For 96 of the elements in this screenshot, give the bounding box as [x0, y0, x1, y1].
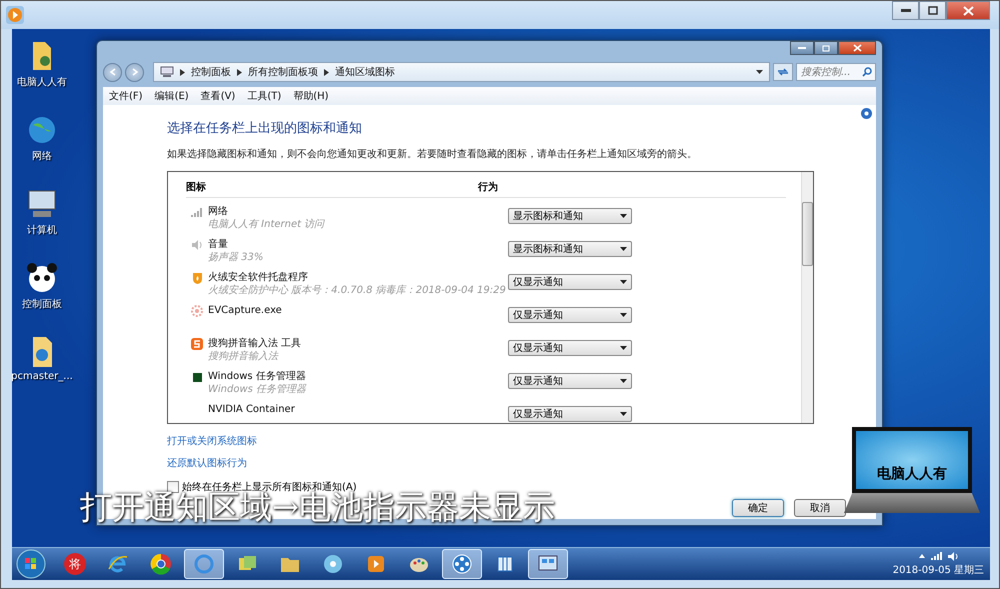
- ring-icon: [193, 553, 215, 575]
- film-reel-icon: [451, 553, 473, 575]
- close-icon: [852, 44, 862, 52]
- close-button[interactable]: [946, 1, 990, 20]
- start-button[interactable]: [16, 549, 46, 579]
- icon-name: EVCapture.exe: [208, 304, 283, 317]
- chevron-icon: [237, 68, 242, 76]
- chevron-icon: [324, 68, 329, 76]
- maximize-button[interactable]: [919, 1, 946, 20]
- icon-description: 火绒安全防护中心 版本号：4.0.70.8 病毒库：2018-09-04 19:29: [208, 284, 507, 297]
- s-logo-icon: [191, 338, 203, 350]
- logo-text: 电脑人人有: [877, 465, 947, 483]
- dropdown-caret-icon[interactable]: [756, 70, 763, 74]
- behavior-dropdown[interactable]: 仅显示通知: [508, 340, 632, 356]
- caret-icon: [620, 412, 627, 416]
- caret-icon: [620, 379, 627, 383]
- speaker-icon: [191, 240, 203, 250]
- search-icon: [862, 67, 872, 77]
- shield-icon: [192, 272, 202, 284]
- behavior-dropdown[interactable]: 仅显示通知: [508, 406, 632, 422]
- caret-icon: [620, 214, 627, 218]
- icon-description: 搜狗拼音输入法: [208, 350, 280, 363]
- square-icon: [192, 372, 202, 382]
- behavior-dropdown[interactable]: 显示图标和通知: [508, 208, 632, 224]
- scrollbar[interactable]: [801, 172, 813, 423]
- column-header: 图标: [186, 180, 207, 194]
- taskbar-app-button[interactable]: [528, 549, 568, 579]
- address-bar[interactable]: 控制面板 所有控制面板项 通知区域图标: [153, 62, 770, 82]
- computer-icon: [160, 66, 174, 78]
- taskbar-app-button[interactable]: [442, 549, 482, 579]
- breadcrumb-item[interactable]: 控制面板: [191, 65, 231, 79]
- letter-e-icon: [107, 553, 129, 575]
- gear-icon: [191, 305, 203, 317]
- description-text: 如果选择隐藏图标和通知，则不会向您通知更改和更新。若要随时查看隐藏的图标，请单击任务栏上通知区域旁的箭头。: [167, 148, 697, 161]
- menu-item[interactable]: 帮助(H): [293, 89, 329, 103]
- signal-bars-icon: [191, 208, 203, 216]
- refresh-button[interactable]: [773, 63, 793, 81]
- chevron-icon: [180, 68, 185, 76]
- icon-name: NVIDIA Container: [208, 403, 296, 416]
- speaker-icon[interactable]: [948, 552, 958, 560]
- play-icon: [365, 553, 387, 575]
- minimize-button[interactable]: [790, 41, 814, 55]
- icon-name: 网络: [208, 205, 229, 218]
- icon-description: 电脑人人有 Internet 访问: [208, 218, 326, 231]
- desktop-icon-label[interactable]: 控制面板: [22, 297, 62, 311]
- cancel-button[interactable]: 取消: [794, 499, 846, 517]
- link[interactable]: 还原默认图标行为: [167, 456, 247, 470]
- desktop-icon-label[interactable]: 计算机: [27, 223, 57, 237]
- play-icon: [6, 6, 24, 24]
- behavior-dropdown[interactable]: 显示图标和通知: [508, 241, 632, 257]
- caret-icon: [620, 280, 627, 284]
- icon-name: 音量: [208, 238, 229, 251]
- clock-date[interactable]: 2018-09-05 星期三: [892, 562, 984, 576]
- icon-name: Windows 任务管理器: [208, 370, 307, 383]
- maximize-icon: [822, 44, 830, 52]
- refresh-icon: [777, 67, 789, 77]
- menu-item[interactable]: 工具(T): [247, 89, 282, 103]
- close-button[interactable]: [838, 41, 876, 55]
- caret-icon: [620, 313, 627, 317]
- taskbar-app-button[interactable]: 将: [55, 549, 95, 579]
- menu-item[interactable]: 编辑(E): [154, 89, 189, 103]
- close-icon: [962, 6, 974, 16]
- help-icon[interactable]: [861, 108, 872, 119]
- search-field[interactable]: 搜索控制...: [796, 63, 876, 81]
- desktop-icon-label[interactable]: 网络: [32, 149, 52, 163]
- minimize-button[interactable]: [892, 1, 919, 20]
- caret-icon: [620, 247, 627, 251]
- menu-item[interactable]: 文件(F): [109, 89, 143, 103]
- signal-bars-icon[interactable]: [930, 552, 942, 560]
- icon-description: 扬声器 33%: [208, 251, 264, 264]
- icon-description: Windows 任务管理器: [208, 383, 308, 396]
- behavior-dropdown[interactable]: 仅显示通知: [508, 274, 632, 290]
- maximize-button[interactable]: [814, 41, 838, 55]
- icon-name: 火绒安全软件托盘程序: [208, 271, 309, 284]
- page-heading: 选择在任务栏上出现的图标和通知: [167, 120, 362, 137]
- browser-icon: [150, 553, 172, 575]
- menu-item[interactable]: 查看(V): [200, 89, 236, 103]
- link[interactable]: 打开或关闭系统图标: [167, 434, 257, 448]
- scrollbar-thumb[interactable]: [802, 202, 813, 266]
- desktop-icon-label[interactable]: 电脑人人有: [17, 75, 67, 89]
- tray-arrow-icon[interactable]: [918, 554, 925, 558]
- desktop-icon-label[interactable]: pcmaster_...: [12, 371, 73, 382]
- minimize-icon: [900, 8, 910, 12]
- behavior-dropdown[interactable]: 仅显示通知: [508, 307, 632, 323]
- caret-icon: [620, 346, 627, 350]
- back-button[interactable]: [103, 62, 122, 82]
- breadcrumb-item[interactable]: 通知区域图标: [335, 65, 395, 79]
- breadcrumb-item[interactable]: 所有控制面板项: [248, 65, 318, 79]
- behavior-dropdown[interactable]: 仅显示通知: [508, 373, 632, 389]
- panda-icon[interactable]: [25, 261, 59, 295]
- maximize-icon: [928, 6, 938, 15]
- column-header: 行为: [478, 180, 498, 194]
- minimize-icon: [798, 46, 806, 50]
- icon-name: 搜狗拼音输入法 工具: [208, 337, 302, 350]
- forward-button[interactable]: [125, 62, 144, 82]
- ok-button[interactable]: 确定: [732, 499, 784, 517]
